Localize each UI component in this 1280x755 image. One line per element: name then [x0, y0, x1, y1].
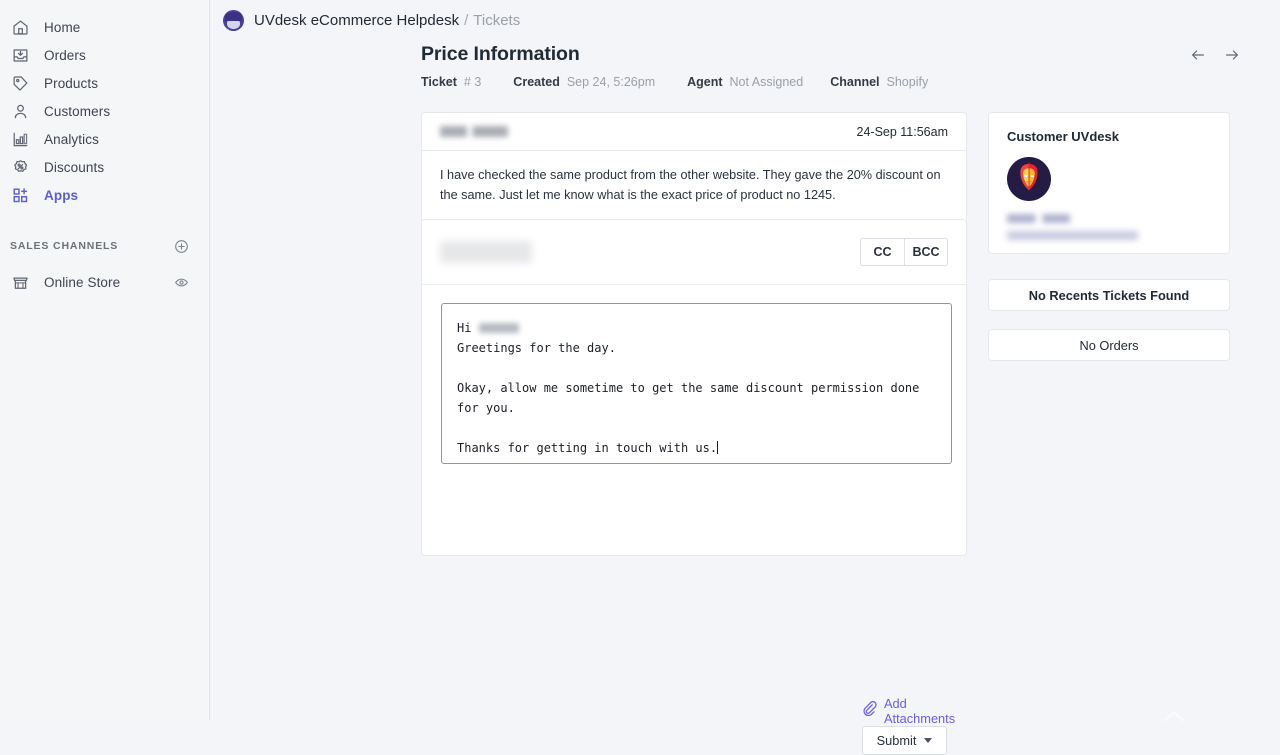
- arrow-right-icon[interactable]: [1223, 46, 1241, 64]
- page-title: Price Information: [421, 43, 981, 66]
- sidebar-item-label: Customers: [44, 104, 110, 119]
- apps-icon: [10, 185, 30, 205]
- sales-channels-header: SALES CHANNELS: [0, 235, 209, 257]
- discount-icon: [10, 157, 30, 177]
- reply-line-4: Thanks for getting in touch with us.: [457, 441, 717, 455]
- sidebar-item-online-store[interactable]: Online Store: [0, 268, 209, 296]
- bcc-button[interactable]: BCC: [904, 238, 948, 266]
- sidebar-item-label: Apps: [44, 188, 78, 203]
- customer-card-title: Customer UVdesk: [1007, 129, 1211, 144]
- sidebar-item-discounts[interactable]: Discounts: [0, 153, 209, 181]
- thread-message-card: 24-Sep 11:56am I have checked the same p…: [421, 112, 967, 223]
- tag-icon: [10, 73, 30, 93]
- orders-icon: [10, 45, 30, 65]
- composer-recipient-redacted[interactable]: [440, 241, 532, 263]
- plus-circle-icon[interactable]: [174, 239, 189, 254]
- thread-timestamp: 24-Sep 11:56am: [857, 125, 949, 139]
- sidebar-item-label: Home: [44, 20, 80, 35]
- sidebar-item-label: Orders: [44, 48, 86, 63]
- editor-wrapper: Hi Greetings for the day. Okay, allow me…: [422, 285, 966, 464]
- ticket-header: Price Information Ticket # 3 Created Sep…: [421, 43, 981, 89]
- customer-email-redacted: [1007, 231, 1138, 240]
- resize-grip-icon[interactable]: [940, 452, 949, 461]
- customer-name-redacted: [1007, 214, 1070, 223]
- thread-message-header: 24-Sep 11:56am: [422, 113, 966, 151]
- thread-message-body: I have checked the same product from the…: [422, 151, 966, 222]
- meta-value-agent[interactable]: Not Assigned: [730, 75, 804, 89]
- sidebar-item-home[interactable]: Home: [0, 13, 209, 41]
- meta-key-channel: Channel: [830, 75, 879, 89]
- sidebar-item-label: Analytics: [44, 132, 99, 147]
- sidebar-item-apps[interactable]: Apps: [0, 181, 209, 209]
- cc-bcc-group: CC BCC: [860, 238, 948, 266]
- meta-value-created: Sep 24, 5:26pm: [567, 75, 655, 89]
- bar-chart-icon: [10, 129, 30, 149]
- breadcrumb-page[interactable]: Tickets: [473, 12, 520, 29]
- reply-editor[interactable]: Hi Greetings for the day. Okay, allow me…: [441, 303, 952, 464]
- sidebar: Home Orders Products Customers: [0, 0, 210, 720]
- meta-value-ticket: # 3: [464, 75, 481, 89]
- sidebar-item-customers[interactable]: Customers: [0, 97, 209, 125]
- topbar: UVdesk eCommerce Helpdesk / Tickets: [210, 0, 1280, 44]
- sales-channels-title: SALES CHANNELS: [10, 240, 174, 252]
- orders-card: No Orders: [988, 329, 1230, 361]
- breadcrumb-app-name: UVdesk eCommerce Helpdesk: [254, 12, 459, 29]
- store-icon: [10, 272, 30, 292]
- composer-header: CC BCC: [422, 220, 966, 285]
- text-caret: [717, 441, 718, 454]
- reply-greeting-line: Hi: [457, 321, 471, 335]
- ticket-meta: Ticket # 3 Created Sep 24, 5:26pm Agent …: [421, 75, 981, 89]
- home-icon: [10, 17, 30, 37]
- submit-label: Submit: [877, 733, 917, 748]
- meta-key-agent: Agent: [687, 75, 722, 89]
- reply-name-redacted: [479, 323, 519, 333]
- chevron-down-icon[interactable]: [924, 738, 932, 743]
- person-icon: [10, 101, 30, 121]
- paperclip-icon: [862, 701, 877, 721]
- reply-composer-card: CC BCC Hi Greetings for the day. Okay, a…: [421, 219, 967, 556]
- sidebar-item-analytics[interactable]: Analytics: [0, 125, 209, 153]
- sidebar-item-label: Online Store: [44, 275, 174, 290]
- iron-man-avatar-icon: [1007, 157, 1051, 201]
- meta-value-channel: Shopify: [887, 75, 929, 89]
- orders-empty-label: No Orders: [1079, 338, 1138, 353]
- recent-tickets-card: No Recents Tickets Found: [988, 279, 1230, 311]
- submit-button[interactable]: Submit: [862, 726, 947, 755]
- chevron-up-icon: [1163, 709, 1185, 721]
- thread-sender-redacted: [440, 126, 508, 137]
- cc-button[interactable]: CC: [860, 238, 904, 266]
- add-attachments-button[interactable]: Add Attachments: [862, 696, 966, 726]
- sidebar-item-label: Products: [44, 76, 98, 91]
- sidebar-item-products[interactable]: Products: [0, 69, 209, 97]
- eye-icon[interactable]: [174, 275, 189, 290]
- breadcrumb-separator: /: [464, 12, 468, 29]
- arrow-left-icon[interactable]: [1189, 46, 1207, 64]
- sidebar-item-orders[interactable]: Orders: [0, 41, 209, 69]
- recent-tickets-empty-label: No Recents Tickets Found: [1029, 288, 1189, 303]
- customer-card: Customer UVdesk: [988, 112, 1230, 254]
- reply-line-2: Greetings for the day.: [457, 341, 616, 355]
- meta-key-created: Created: [513, 75, 560, 89]
- breadcrumb: UVdesk eCommerce Helpdesk / Tickets: [223, 10, 520, 31]
- add-attachments-label: Add Attachments: [884, 696, 966, 726]
- ticket-pager: [1189, 46, 1241, 64]
- reply-line-3: Okay, allow me sometime to get the same …: [457, 381, 927, 415]
- sidebar-item-label: Discounts: [44, 160, 104, 175]
- meta-key-ticket: Ticket: [421, 75, 457, 89]
- uvdesk-avatar-icon: [223, 10, 244, 31]
